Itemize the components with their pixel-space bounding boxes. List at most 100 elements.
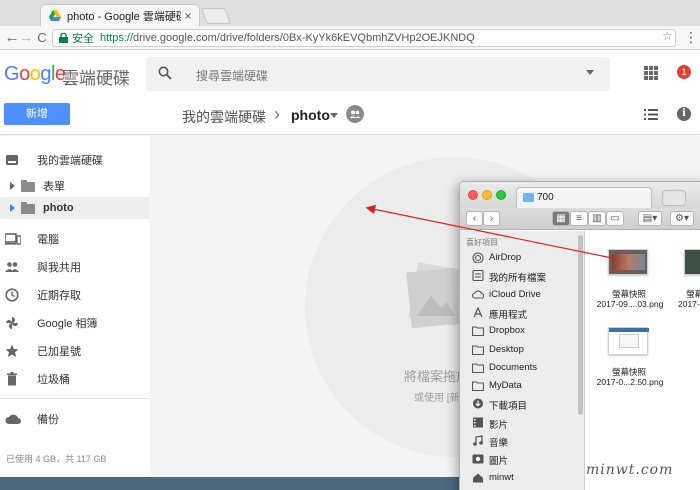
secure-label: 安全 bbox=[72, 33, 94, 45]
breadcrumb-current-folder[interactable]: photo bbox=[291, 107, 330, 123]
finder-sidebar-item[interactable]: iCloud Drive bbox=[460, 286, 582, 304]
movies-icon bbox=[473, 417, 483, 428]
sidebar-item-photo[interactable]: photo bbox=[0, 197, 150, 219]
zoom-window-icon[interactable] bbox=[496, 190, 506, 200]
forward-button[interactable]: → bbox=[18, 29, 34, 47]
storage-usage: 已使用 4 GB，共 117 GB bbox=[6, 454, 107, 464]
sidebar-item-computers[interactable]: 電腦 bbox=[0, 228, 150, 250]
finder-sidebar-item[interactable]: 音樂 bbox=[460, 432, 582, 450]
finder-forward-button[interactable]: › bbox=[483, 211, 500, 226]
reload-button[interactable]: C bbox=[34, 29, 50, 47]
action-gear-icon[interactable]: ⚙▾ bbox=[670, 211, 694, 226]
finder-sidebar-item[interactable]: AirDrop bbox=[460, 249, 582, 267]
sidebar-item-trash[interactable]: 垃圾桶 bbox=[0, 368, 150, 390]
people-icon bbox=[5, 262, 19, 272]
finder-sidebar-scrollbar[interactable] bbox=[578, 235, 583, 415]
sidebar-item-label: Google 相簿 bbox=[37, 318, 98, 330]
list-view-icon[interactable]: ≡ bbox=[570, 211, 588, 226]
expand-arrow-icon[interactable] bbox=[10, 204, 15, 212]
finder-sidebar-item-label: Documents bbox=[489, 361, 538, 373]
folder-icon bbox=[472, 363, 484, 373]
browser-tab-bar: photo - Google 雲端硬碟 × bbox=[0, 0, 700, 26]
product-name: 雲端硬碟 bbox=[62, 69, 130, 88]
cloud-icon bbox=[5, 414, 21, 424]
shared-people-icon[interactable] bbox=[346, 105, 364, 123]
breadcrumb-my-drive[interactable]: 我的雲端硬碟 bbox=[182, 107, 266, 127]
sidebar-item-backups[interactable]: 備份 bbox=[0, 408, 150, 430]
favorites-header: 喜好項目 bbox=[466, 238, 498, 247]
finder-sidebar-item[interactable]: 應用程式 bbox=[460, 304, 582, 322]
file-thumbnail[interactable] bbox=[684, 249, 700, 275]
new-tab-button[interactable] bbox=[201, 8, 231, 24]
search-box[interactable]: 搜尋雲端硬碟 bbox=[146, 57, 610, 91]
google-logo[interactable]: Google bbox=[4, 63, 66, 86]
folder-icon bbox=[472, 381, 484, 392]
finder-titlebar[interactable]: 700 bbox=[460, 182, 700, 208]
file-thumbnail[interactable] bbox=[608, 327, 649, 355]
sidebar-item-starred[interactable]: 已加星號 bbox=[0, 340, 150, 362]
finder-content: 螢幕快照 2017-09....03.png 螢幕 2017-0 螢幕快照 20… bbox=[586, 231, 700, 490]
finder-sidebar-item[interactable]: 下載項目 bbox=[460, 395, 582, 413]
sidebar-item-shared-with-me[interactable]: 與我共用 bbox=[0, 256, 150, 278]
finder-sidebar-item-label: 應用程式 bbox=[489, 309, 528, 321]
finder-sidebar-item-label: AirDrop bbox=[489, 252, 522, 263]
expand-arrow-icon[interactable] bbox=[10, 182, 15, 190]
gallery-view-icon[interactable]: ▭ bbox=[606, 211, 624, 226]
watermark-logo: minwt.com bbox=[586, 462, 674, 478]
file-thumbnail[interactable] bbox=[608, 249, 648, 275]
url-scheme: https:// bbox=[100, 32, 134, 44]
finder-sidebar-item[interactable]: 我的所有檔案 bbox=[460, 267, 582, 285]
notification-badge[interactable]: 1 bbox=[677, 65, 691, 79]
close-window-icon[interactable] bbox=[468, 190, 478, 200]
icon-view-icon[interactable]: ▦ bbox=[552, 211, 570, 226]
search-options-icon[interactable] bbox=[586, 70, 594, 75]
finder-sidebar-item-label: 音樂 bbox=[489, 438, 509, 449]
search-input[interactable]: 搜尋雲端硬碟 bbox=[196, 67, 268, 84]
finder-sidebar-item[interactable]: Desktop bbox=[460, 341, 582, 359]
bookmark-star-icon[interactable]: ☆ bbox=[662, 29, 673, 43]
column-view-icon[interactable]: ▥ bbox=[588, 211, 606, 226]
url-input[interactable]: 安全 https:// drive.google.com/drive/folde… bbox=[52, 29, 676, 47]
sidebar: 我的雲端硬碟 表單 photo 電腦 與我共用 近期存取 Google 相簿 已… bbox=[0, 136, 150, 490]
group-by-icon[interactable]: ▤▾ bbox=[638, 211, 662, 226]
finder-sidebar-item[interactable]: Documents bbox=[460, 359, 582, 377]
finder-sidebar-item-label: 影片 bbox=[489, 419, 509, 431]
address-bar-row: ← → C 安全 https:// drive.google.com/drive… bbox=[0, 26, 700, 50]
browser-menu-icon[interactable]: ⋮ bbox=[684, 29, 698, 46]
folder-icon bbox=[523, 193, 534, 202]
finder-sidebar-item[interactable]: 圖片 bbox=[460, 450, 582, 468]
new-button[interactable]: 新增 bbox=[4, 103, 70, 125]
list-view-icon[interactable] bbox=[644, 109, 658, 120]
finder-new-tab-button[interactable] bbox=[662, 190, 686, 206]
finder-sidebar-item[interactable]: 影片 bbox=[460, 414, 582, 432]
home-icon bbox=[473, 473, 483, 483]
finder-sidebar-item-label: minwt bbox=[489, 471, 514, 483]
folder-icon bbox=[472, 344, 484, 355]
sidebar-item-my-drive[interactable]: 我的雲端硬碟 bbox=[0, 149, 150, 171]
finder-sidebar: 喜好項目 AirDrop 我的所有檔案 iCloud Drive 應用程式 Dropbo… bbox=[460, 231, 585, 490]
tab-close-icon[interactable]: × bbox=[181, 9, 195, 23]
finder-sidebar-item[interactable]: MyData bbox=[460, 377, 582, 395]
finder-window[interactable]: 700 ‹ › ▦ ≡ ▥ ▭ ▤▾ ⚙▾ 喜好項目 AirDrop 我的所有檔案… bbox=[459, 181, 700, 490]
browser-tab[interactable]: photo - Google 雲端硬碟 × bbox=[40, 4, 200, 26]
sidebar-item-recent[interactable]: 近期存取 bbox=[0, 284, 150, 306]
applications-icon bbox=[473, 306, 483, 318]
finder-sidebar-item[interactable]: minwt bbox=[460, 469, 582, 487]
computer-icon bbox=[5, 233, 21, 245]
url-path: drive.google.com/drive/folders/0Bx-KyYk6… bbox=[133, 32, 475, 44]
sidebar-divider bbox=[0, 398, 150, 399]
folder-icon bbox=[472, 326, 484, 337]
apps-grid-icon[interactable] bbox=[644, 66, 658, 80]
finder-tab[interactable]: 700 bbox=[516, 187, 652, 208]
browser-tab-title: photo - Google 雲端硬碟 bbox=[67, 10, 181, 23]
sidebar-item-label: 表單 bbox=[43, 181, 65, 193]
sidebar-item-google-photos[interactable]: Google 相簿 bbox=[0, 312, 150, 334]
minimize-window-icon[interactable] bbox=[482, 190, 492, 200]
finder-sidebar-item-label: 我的所有檔案 bbox=[489, 273, 547, 285]
search-icon[interactable] bbox=[158, 66, 172, 80]
folder-menu-chevron-icon[interactable] bbox=[330, 113, 338, 118]
sidebar-item-forms[interactable]: 表單 bbox=[0, 175, 150, 197]
info-icon[interactable]: i bbox=[677, 107, 691, 121]
finder-back-button[interactable]: ‹ bbox=[466, 211, 483, 226]
finder-sidebar-item[interactable]: Dropbox bbox=[460, 322, 582, 340]
